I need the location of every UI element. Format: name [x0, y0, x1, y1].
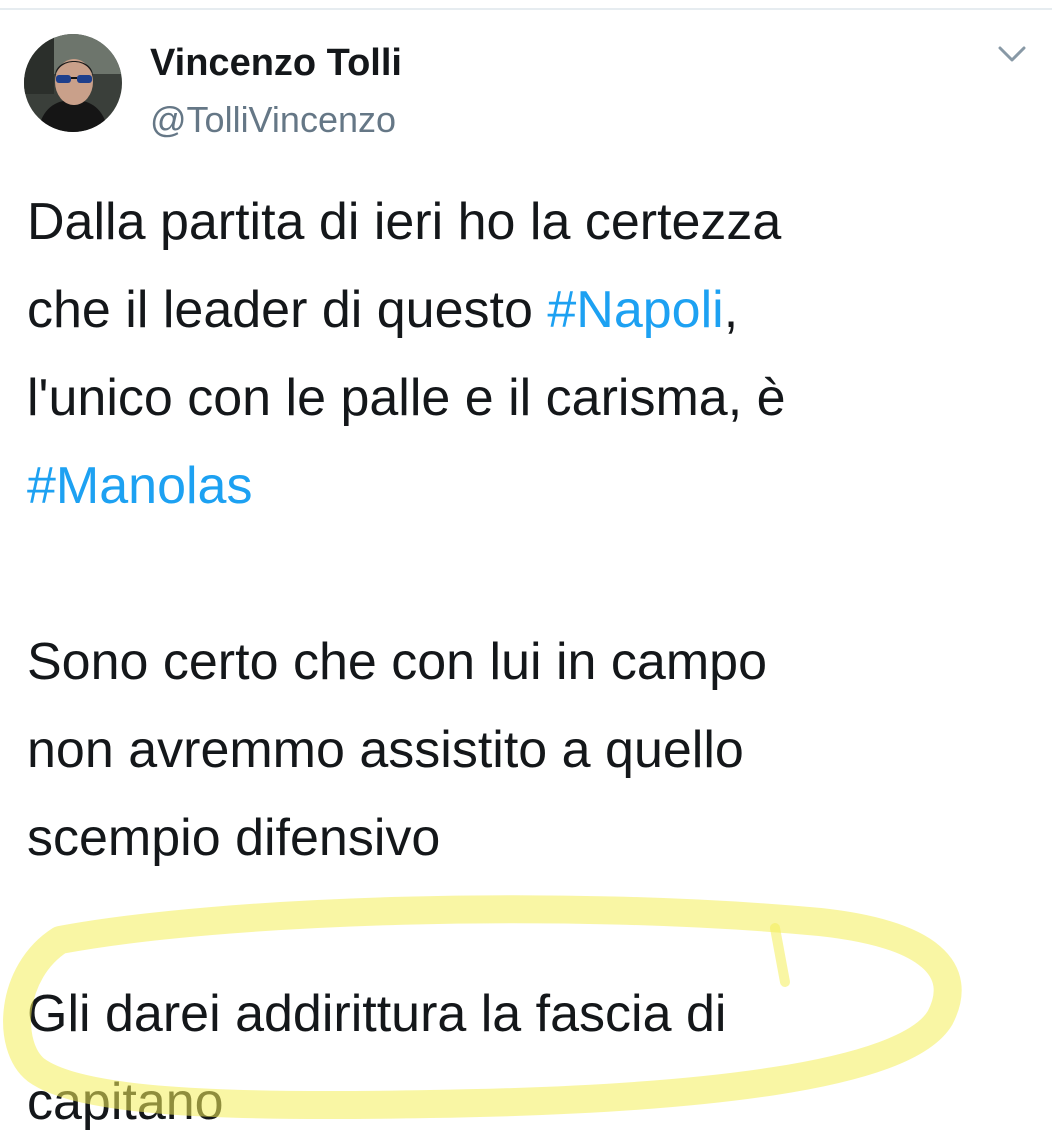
tweet-line: #Manolas	[27, 442, 1037, 530]
top-divider	[0, 8, 1052, 10]
tweet-line: Gli darei addirittura la fascia di	[27, 985, 727, 1043]
tweet-line: Sono certo che con lui in campo	[27, 633, 767, 691]
display-name[interactable]: Vincenzo Tolli	[150, 40, 402, 86]
tweet-line: che il leader di questo #Napoli,	[27, 281, 739, 339]
hashtag-napoli-link[interactable]: #Napoli	[547, 281, 723, 339]
tweet-line: capitano	[27, 1073, 224, 1131]
hashtag-manolas-link[interactable]: #Manolas	[27, 457, 252, 515]
tweet-line: Dalla partita di ieri ho la certezza	[27, 193, 782, 251]
chevron-down-icon[interactable]	[990, 36, 1034, 72]
tweet-text: Dalla partita di ieri ho la certezza che…	[27, 178, 1037, 1146]
user-handle[interactable]: @TolliVincenzo	[150, 98, 396, 142]
tweet-line: l'unico con le palle e il carisma, è	[27, 369, 786, 427]
tweet-line: non avremmo assistito a quello	[27, 721, 744, 779]
user-avatar-icon[interactable]	[24, 34, 122, 132]
tweet-line: scempio difensivo	[27, 809, 441, 867]
